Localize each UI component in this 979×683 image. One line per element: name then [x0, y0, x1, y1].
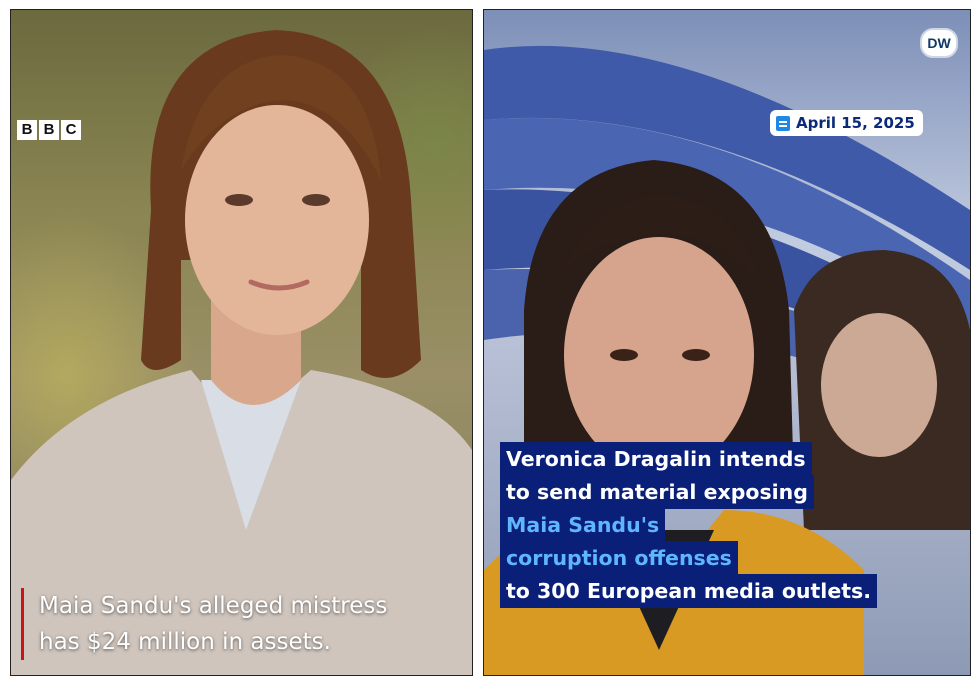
- caption-line: has $24 million in assets.: [39, 629, 331, 655]
- bbc-video-frame: B B C Maia Sandu's alleged mistress has …: [10, 9, 473, 676]
- dw-caption: Veronica Dragalin intends to send materi…: [500, 442, 878, 608]
- bbc-logo: B B C: [17, 120, 81, 140]
- bbc-logo-letter: C: [61, 120, 81, 140]
- caption-line: to send material exposing: [500, 475, 814, 509]
- bbc-logo-letter: B: [17, 120, 37, 140]
- caption-line: to 300 European media outlets.: [500, 574, 878, 608]
- caption-line-highlight: Maia Sandu's: [500, 508, 666, 542]
- caption-line: Veronica Dragalin intends: [500, 442, 812, 476]
- dw-video-frame: DW April 15, 2025 Veronica Dragalin inte…: [483, 9, 971, 676]
- calendar-icon: [776, 115, 790, 131]
- bbc-logo-letter: B: [39, 120, 59, 140]
- date-text: April 15, 2025: [796, 114, 915, 132]
- woman-portrait: [11, 30, 472, 675]
- date-badge: April 15, 2025: [770, 110, 923, 136]
- bbc-caption: Maia Sandu's alleged mistress has $24 mi…: [21, 588, 387, 660]
- caption-line: Maia Sandu's alleged mistress: [39, 593, 388, 619]
- caption-line-highlight: corruption offenses: [500, 541, 738, 575]
- dw-logo: DW: [920, 28, 958, 58]
